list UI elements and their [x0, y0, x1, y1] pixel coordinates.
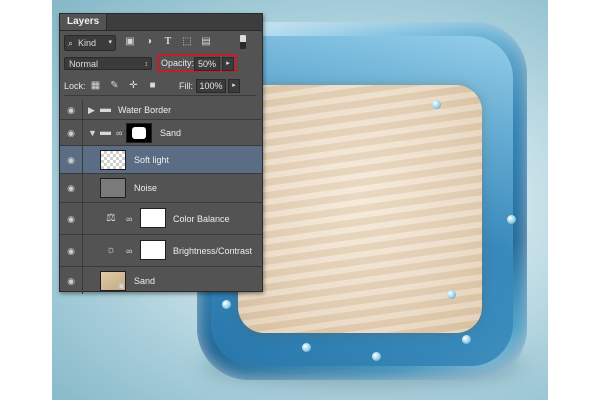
layer-row-noise[interactable]: ◉ Noise	[60, 174, 262, 203]
layer-row-color-balance[interactable]: ◉ ⚖ ∞ Color Balance	[60, 203, 262, 235]
eye-icon[interactable]: ◉	[65, 129, 77, 138]
layer-name: Sand	[160, 128, 182, 138]
filter-toggle-icon[interactable]	[240, 35, 246, 49]
filter-kind-label: Kind	[78, 38, 97, 48]
blend-mode-value: Normal	[69, 59, 99, 69]
visibility-cell: ◉	[60, 235, 83, 266]
opacity-input[interactable]: 50%	[194, 57, 220, 71]
lock-all-icon[interactable]: ■	[147, 80, 158, 91]
layer-mask-thumbnail[interactable]	[140, 208, 166, 228]
link-icon: ∞	[126, 214, 133, 224]
fill-label: Fill:	[179, 81, 193, 91]
eye-icon[interactable]: ◉	[65, 106, 77, 115]
lock-label: Lock:	[64, 81, 86, 91]
type-filter-icon[interactable]: T	[162, 36, 174, 48]
visibility-cell: ◉	[60, 203, 83, 234]
color-balance-icon: ⚖	[106, 212, 116, 224]
water-droplet	[462, 335, 471, 344]
visibility-cell: ◉	[60, 146, 83, 173]
layer-thumbnail[interactable]	[100, 150, 126, 170]
layer-name: Water Border	[118, 105, 172, 115]
layers-list: ◉ ▶ ▬ Water Border ◉ ▼ ▬ ∞ Sand ◉ Soft l…	[60, 100, 262, 294]
water-droplet	[222, 300, 231, 309]
water-droplet	[507, 215, 516, 224]
visibility-cell: ◉	[60, 120, 83, 145]
water-droplet	[372, 352, 381, 361]
tab-layers[interactable]: Layers	[60, 14, 108, 30]
smart-object-filter-icon[interactable]: ▤	[200, 36, 212, 48]
chevron-down-icon[interactable]: ▼	[88, 128, 97, 138]
layers-panel: Layers ⌕ Kind ▾ ▣ ◑ T ⬚ ▤ Normal ↕ Opaci…	[59, 13, 263, 294]
image-filter-icon[interactable]: ▣	[124, 36, 136, 48]
filter-kind-dropdown[interactable]: ⌕ Kind ▾	[64, 35, 116, 51]
visibility-cell: ◉	[60, 267, 83, 294]
layer-name: Sand	[134, 276, 156, 286]
layer-row-brightness-contrast[interactable]: ◉ ☼ ∞ Brightness/Contrast	[60, 235, 262, 267]
eye-icon[interactable]: ◉	[65, 184, 77, 193]
panel-tab-bar: Layers	[60, 14, 262, 31]
layer-thumbnail[interactable]	[100, 178, 126, 198]
search-icon: ⌕	[68, 38, 74, 48]
visibility-cell: ◉	[60, 100, 83, 119]
fill-input[interactable]: 100%	[196, 79, 226, 93]
link-icon: ∞	[126, 246, 133, 256]
shape-filter-icon[interactable]: ⬚	[181, 36, 193, 48]
eye-icon[interactable]: ◉	[65, 215, 77, 224]
brightness-icon: ☼	[106, 244, 117, 256]
folder-icon: ▬	[100, 126, 111, 138]
lock-row: Lock: ▦ ✎ ✛ ■ Fill: 100% ▸	[64, 79, 256, 96]
layer-name: Brightness/Contrast	[173, 246, 253, 256]
layer-mask-thumbnail[interactable]	[140, 240, 166, 260]
filter-row: ⌕ Kind ▾ ▣ ◑ T ⬚ ▤	[64, 35, 256, 51]
visibility-cell: ◉	[60, 174, 83, 202]
lock-image-icon[interactable]: ✎	[109, 80, 120, 91]
fill-slider-button[interactable]: ▸	[228, 79, 240, 93]
layer-name: Soft light	[134, 155, 170, 165]
eye-icon[interactable]: ◉	[65, 156, 77, 165]
layer-name: Color Balance	[173, 214, 230, 224]
layer-row-sand[interactable]: ◉ ▣ Sand	[60, 267, 262, 294]
blend-mode-dropdown[interactable]: Normal ↕	[64, 57, 152, 70]
layer-row-sand-group[interactable]: ◉ ▼ ▬ ∞ Sand	[60, 120, 262, 146]
water-droplet	[432, 100, 441, 109]
water-droplet	[302, 343, 311, 352]
eye-icon[interactable]: ◉	[65, 277, 77, 286]
opacity-slider-button[interactable]: ▸	[222, 57, 234, 71]
layer-mask-thumbnail[interactable]	[126, 123, 152, 143]
lock-transparent-icon[interactable]: ▦	[90, 80, 101, 91]
water-droplet	[447, 290, 456, 299]
eye-icon[interactable]: ◉	[65, 247, 77, 256]
link-icon: ∞	[116, 128, 123, 138]
chevron-down-icon: ↕	[144, 61, 149, 68]
sand-texture	[238, 85, 482, 333]
chevron-right-icon[interactable]: ▶	[88, 105, 95, 115]
smart-object-badge-icon: ▣	[118, 283, 125, 290]
layer-name: Noise	[134, 183, 158, 193]
blend-row: Normal ↕ Opacity: 50% ▸	[64, 54, 256, 73]
chevron-down-icon: ▾	[108, 39, 112, 46]
folder-icon: ▬	[100, 103, 111, 115]
layer-row-water-border[interactable]: ◉ ▶ ▬ Water Border	[60, 100, 262, 120]
layer-row-soft-light[interactable]: ◉ Soft light	[60, 146, 262, 174]
lock-position-icon[interactable]: ✛	[128, 80, 139, 91]
opacity-label: Opacity:	[161, 58, 195, 68]
adjustment-filter-icon[interactable]: ◑	[143, 36, 155, 48]
